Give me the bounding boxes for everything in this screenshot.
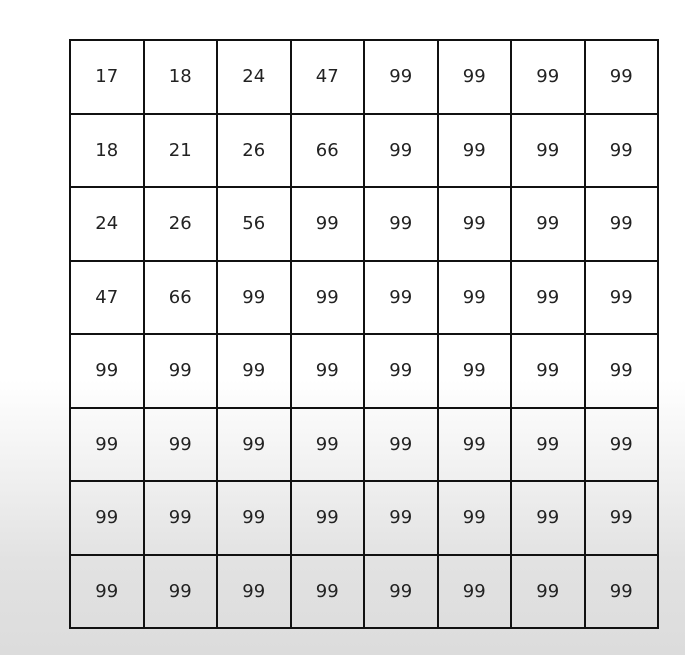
matrix-cell: 99 — [438, 114, 512, 188]
matrix-cell: 99 — [365, 482, 439, 556]
matrix-cell: 99 — [585, 114, 659, 188]
matrix-cell: 99 — [365, 335, 439, 409]
matrix-cell: 99 — [365, 408, 439, 482]
matrix-cell: 99 — [365, 261, 439, 335]
matrix-cell: 99 — [291, 408, 365, 482]
matrix-cell: 99 — [71, 482, 145, 556]
matrix-cell: 99 — [218, 335, 292, 409]
matrix-cell: 99 — [144, 555, 218, 629]
matrix-cell: 99 — [291, 261, 365, 335]
matrix-cell: 99 — [585, 335, 659, 409]
matrix-cell: 99 — [365, 188, 439, 262]
matrix-cell: 99 — [585, 555, 659, 629]
matrix-cell: 99 — [438, 188, 512, 262]
matrix-cell: 99 — [512, 335, 586, 409]
matrix-cell: 47 — [291, 41, 365, 115]
matrix-cell: 99 — [512, 261, 586, 335]
matrix-cell: 56 — [218, 188, 292, 262]
matrix-cell: 99 — [291, 188, 365, 262]
matrix-cell: 99 — [585, 408, 659, 482]
matrix-cell: 99 — [512, 114, 586, 188]
matrix-cell: 99 — [218, 261, 292, 335]
matrix-cell: 47 — [71, 261, 145, 335]
matrix-cell: 99 — [71, 555, 145, 629]
matrix-cell: 99 — [512, 41, 586, 115]
matrix-cell: 24 — [71, 188, 145, 262]
matrix-cell: 99 — [365, 114, 439, 188]
matrix-cell: 99 — [218, 408, 292, 482]
matrix-cell: 99 — [144, 408, 218, 482]
matrix-cell: 99 — [365, 555, 439, 629]
matrix-cell: 99 — [585, 261, 659, 335]
matrix-cell: 99 — [218, 482, 292, 556]
matrix-cell: 24 — [218, 41, 292, 115]
matrix-cell: 99 — [144, 482, 218, 556]
matrix-cell: 99 — [365, 41, 439, 115]
matrix-cell: 99 — [71, 408, 145, 482]
matrix-cell: 99 — [144, 335, 218, 409]
matrix-cell: 21 — [144, 114, 218, 188]
matrix-cell: 99 — [438, 555, 512, 629]
matrix-cell: 17 — [71, 41, 145, 115]
matrix-cell: 99 — [291, 335, 365, 409]
matrix-cell: 99 — [438, 408, 512, 482]
matrix-cell: 99 — [438, 41, 512, 115]
matrix-cell: 66 — [291, 114, 365, 188]
matrix-cell: 99 — [438, 335, 512, 409]
matrix-cell: 26 — [144, 188, 218, 262]
matrix-cell: 18 — [71, 114, 145, 188]
quantization-matrix: 17 18 24 47 99 99 99 99 18 21 26 66 99 99 99 99 24 26 56 99… — [69, 39, 659, 629]
matrix-cell: 26 — [218, 114, 292, 188]
matrix-cell: 66 — [144, 261, 218, 335]
matrix-cell: 99 — [512, 482, 586, 556]
matrix-cell: 99 — [438, 482, 512, 556]
matrix-cell: 99 — [585, 41, 659, 115]
matrix-cell: 18 — [144, 41, 218, 115]
matrix-cell: 99 — [585, 482, 659, 556]
matrix-cell: 99 — [218, 555, 292, 629]
matrix-cell: 99 — [512, 188, 586, 262]
matrix-cell: 99 — [585, 188, 659, 262]
matrix-cell: 99 — [291, 482, 365, 556]
matrix-cell: 99 — [512, 408, 586, 482]
matrix-cell: 99 — [291, 555, 365, 629]
matrix-cell: 99 — [512, 555, 586, 629]
matrix-cell: 99 — [438, 261, 512, 335]
matrix-cell: 99 — [71, 335, 145, 409]
